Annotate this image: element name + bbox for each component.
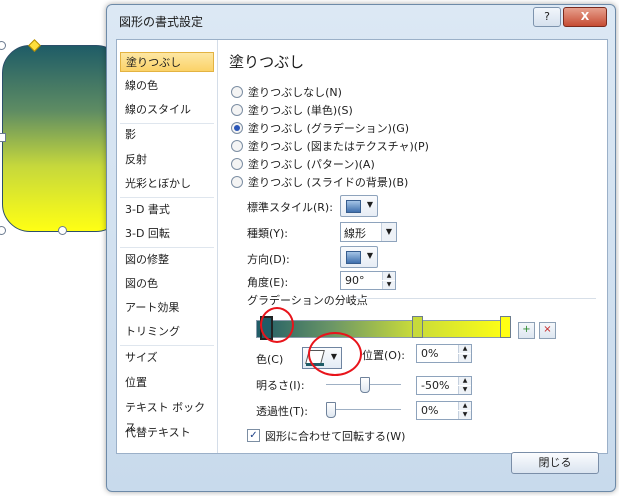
- transparency-label: 透過性(T):: [256, 405, 309, 418]
- close-window-button[interactable]: X: [563, 7, 607, 27]
- nav-item-artistic-effects[interactable]: アート効果: [120, 298, 214, 318]
- type-label: 種類(Y):: [247, 227, 289, 240]
- add-gradient-stop-icon[interactable]: +: [518, 322, 535, 339]
- chevron-down-icon: ▼: [366, 200, 373, 209]
- radio-button[interactable]: [231, 140, 243, 152]
- direction-label: 方向(D):: [247, 253, 290, 266]
- spin-up-icon[interactable]: ▲: [458, 402, 471, 410]
- rotate-with-shape-label: 図形に合わせて回転する(W): [265, 430, 406, 443]
- nav-divider: [120, 247, 214, 248]
- chevron-down-icon: ▼: [366, 251, 373, 260]
- spin-down-icon[interactable]: ▼: [458, 354, 471, 362]
- radio-button-selected[interactable]: [231, 122, 243, 134]
- transparency-slider-thumb[interactable]: [326, 402, 336, 418]
- nav-item-picture-corrections[interactable]: 図の修整: [120, 250, 214, 270]
- radio-label: 塗りつぶし (単色)(S): [248, 104, 353, 117]
- nav-divider: [120, 123, 214, 124]
- type-value: 線形: [344, 227, 366, 240]
- nav-item-glow-soft-edges[interactable]: 光彩とぼかし: [120, 174, 214, 194]
- radio-button[interactable]: [231, 86, 243, 98]
- remove-gradient-stop-icon[interactable]: ×: [539, 322, 556, 339]
- radio-label: 塗りつぶし (図またはテクスチャ)(P): [248, 140, 429, 153]
- title-bar: 図形の書式設定 ? X: [107, 5, 615, 35]
- nav-divider: [120, 345, 214, 346]
- nav-item-reflection[interactable]: 反射: [120, 150, 214, 170]
- radio-label: 塗りつぶし (スライドの背景)(B): [248, 176, 409, 189]
- transparency-value: 0%: [421, 404, 439, 417]
- gradient-swatch-icon: [346, 200, 361, 213]
- nav-item-fill[interactable]: 塗りつぶし: [120, 52, 214, 72]
- highlight-ellipse-stop: [260, 307, 294, 343]
- direction-swatch-icon: [346, 251, 361, 264]
- nav-divider: [120, 197, 214, 198]
- help-button[interactable]: ?: [533, 7, 561, 27]
- dialog-body: 塗りつぶし 線の色 線のスタイル 影 反射 光彩とぼかし 3-D 書式 3-D …: [116, 39, 608, 454]
- nav-item-picture-color[interactable]: 図の色: [120, 274, 214, 294]
- fill-panel: 塗りつぶし 塗りつぶしなし(N) 塗りつぶし (単色)(S) 塗りつぶし (グラ…: [226, 40, 604, 453]
- position-label: 位置(O):: [362, 349, 405, 362]
- spin-down-icon[interactable]: ▼: [382, 281, 395, 289]
- radio-button[interactable]: [231, 104, 243, 116]
- brightness-value: -50%: [421, 379, 450, 392]
- nav-item-3d-format[interactable]: 3-D 書式: [120, 200, 214, 220]
- radio-button[interactable]: [231, 158, 243, 170]
- gradient-stop[interactable]: [500, 316, 511, 338]
- preset-gradient-dropdown[interactable]: ▼: [340, 195, 378, 217]
- nav-item-line-style[interactable]: 線のスタイル: [120, 100, 214, 120]
- position-spinner[interactable]: 0% ▲ ▼: [416, 344, 472, 363]
- brightness-spinner[interactable]: -50% ▲ ▼: [416, 376, 472, 395]
- radio-label: 塗りつぶし (パターン)(A): [248, 158, 375, 171]
- radio-label: 塗りつぶしなし(N): [248, 86, 342, 99]
- angle-value: 90°: [345, 274, 365, 287]
- transparency-spinner[interactable]: 0% ▲ ▼: [416, 401, 472, 420]
- brightness-label: 明るさ(I):: [256, 379, 305, 392]
- spin-down-icon[interactable]: ▼: [458, 411, 471, 419]
- nav-item-3d-rotation[interactable]: 3-D 回転: [120, 224, 214, 244]
- direction-dropdown[interactable]: ▼: [340, 246, 378, 268]
- nav-item-alt-text[interactable]: 代替テキスト: [120, 423, 214, 443]
- nav-item-shadow[interactable]: 影: [120, 125, 214, 145]
- rotate-with-shape-checkbox[interactable]: ✓: [247, 429, 260, 442]
- brightness-slider-thumb[interactable]: [359, 377, 370, 393]
- panel-heading: 塗りつぶし: [229, 53, 305, 71]
- format-shape-dialog: 図形の書式設定 ? X 塗りつぶし 線の色 線のスタイル 影 反射 光彩とぼかし…: [106, 4, 616, 492]
- nav-item-text-box[interactable]: テキスト ボックス: [120, 398, 214, 434]
- gradient-stops-label: グラデーションの分岐点: [247, 294, 368, 307]
- angle-label: 角度(E):: [247, 276, 289, 289]
- close-button[interactable]: 閉じる: [511, 452, 599, 474]
- gradient-stop[interactable]: [412, 316, 423, 338]
- chevron-down-icon: ▼: [381, 223, 396, 241]
- category-nav: 塗りつぶし 線の色 線のスタイル 影 反射 光彩とぼかし 3-D 書式 3-D …: [117, 40, 218, 453]
- type-select[interactable]: 線形 ▼: [340, 222, 397, 242]
- preset-label: 標準スタイル(R):: [247, 201, 333, 214]
- selection-handle[interactable]: [58, 226, 67, 235]
- spin-up-icon[interactable]: ▲: [382, 272, 395, 280]
- spin-down-icon[interactable]: ▼: [458, 386, 471, 394]
- position-value: 0%: [421, 347, 439, 360]
- spin-up-icon[interactable]: ▲: [458, 377, 471, 385]
- color-label: 色(C): [256, 353, 284, 366]
- highlight-ellipse-color: [308, 332, 362, 376]
- selection-handle[interactable]: [0, 41, 6, 50]
- nav-item-crop[interactable]: トリミング: [120, 322, 214, 342]
- selection-handle[interactable]: [0, 133, 6, 142]
- nav-item-line-color[interactable]: 線の色: [120, 76, 214, 96]
- group-divider: [356, 298, 596, 299]
- transparency-slider-track[interactable]: [326, 409, 401, 410]
- nav-item-size[interactable]: サイズ: [120, 348, 214, 368]
- angle-spinner[interactable]: 90° ▲ ▼: [340, 271, 396, 290]
- radio-button[interactable]: [231, 176, 243, 188]
- selection-handle[interactable]: [0, 226, 6, 235]
- spin-up-icon[interactable]: ▲: [458, 345, 471, 353]
- radio-label: 塗りつぶし (グラデーション)(G): [248, 122, 410, 135]
- nav-item-position[interactable]: 位置: [120, 373, 214, 393]
- dialog-title: 図形の書式設定: [119, 15, 204, 29]
